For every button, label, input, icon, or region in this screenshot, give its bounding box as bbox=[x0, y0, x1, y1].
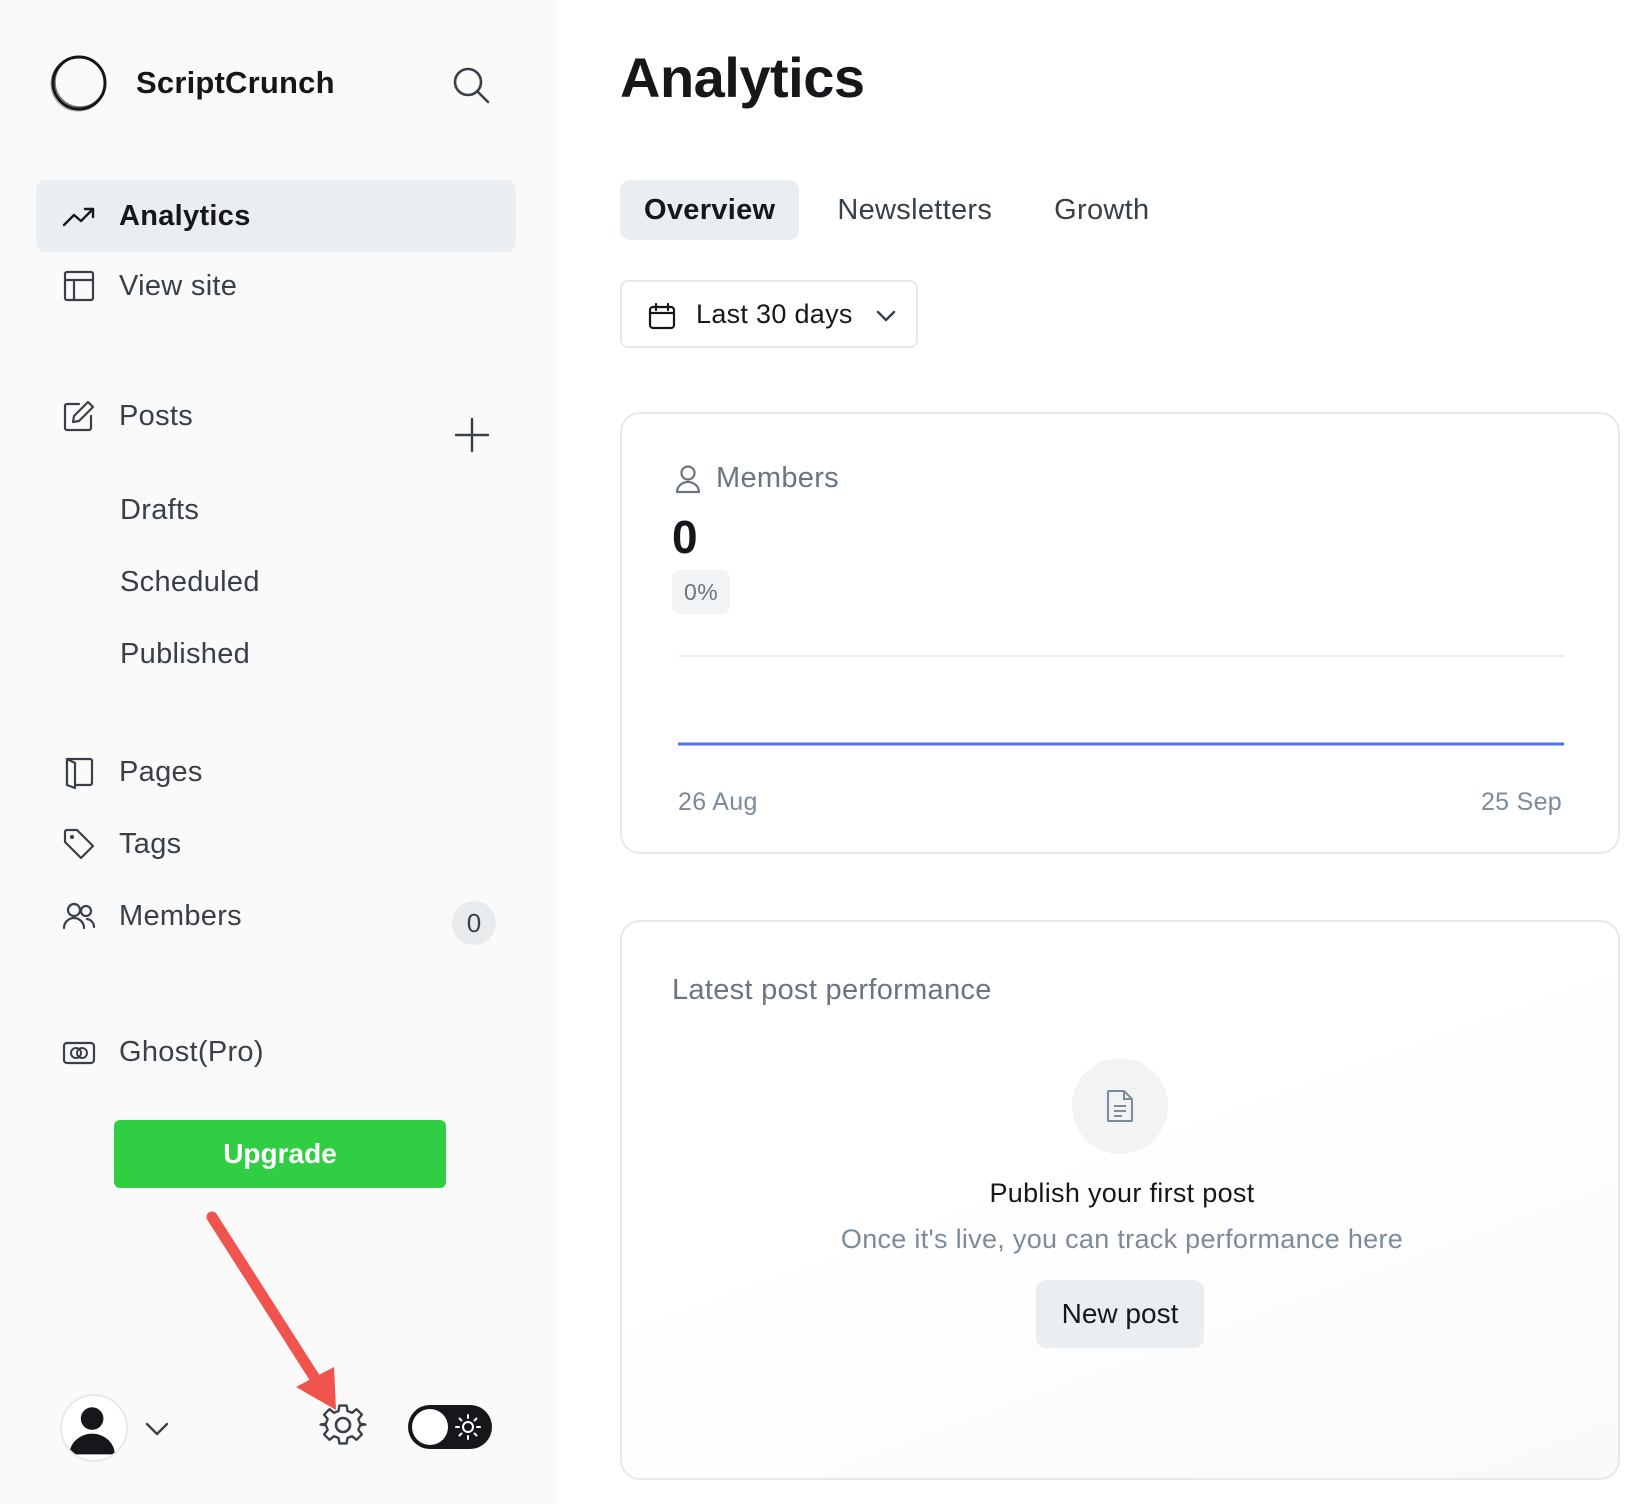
members-chart bbox=[678, 655, 1564, 746]
sidebar-item-label: Ghost(Pro) bbox=[119, 1035, 264, 1068]
brand-name: ScriptCrunch bbox=[136, 65, 335, 100]
toggle-knob bbox=[412, 1409, 448, 1445]
members-delta-badge: 0% bbox=[672, 570, 731, 614]
date-range-select[interactable]: Last 30 days bbox=[620, 280, 918, 348]
latest-post-title: Latest post performance bbox=[672, 974, 992, 1006]
empty-state-subtitle: Once it's live, you can track performanc… bbox=[840, 1224, 1404, 1254]
sidebar-item-published[interactable]: Published bbox=[120, 638, 250, 671]
trending-up-icon bbox=[62, 199, 96, 233]
sidebar-item-label: Tags bbox=[119, 827, 182, 860]
avatar[interactable] bbox=[60, 1394, 128, 1462]
members-card-label: Members bbox=[716, 462, 839, 494]
chart-x-tick-label: 25 Sep bbox=[1480, 788, 1562, 816]
sidebar-item-ghost-pro[interactable]: Ghost(Pro) bbox=[36, 1016, 516, 1088]
user-icon bbox=[69, 1407, 115, 1455]
gear-icon[interactable] bbox=[318, 1402, 368, 1452]
circle-logo-icon bbox=[50, 55, 107, 112]
edit-icon bbox=[62, 399, 96, 433]
pages-icon bbox=[62, 755, 96, 789]
members-count-badge: 0 bbox=[452, 901, 496, 945]
document-icon bbox=[1072, 1058, 1168, 1154]
user-icon bbox=[675, 464, 701, 493]
members-card[interactable]: Members 0 0% 26 Aug 25 Sep bbox=[620, 412, 1620, 854]
sidebar-item-pages[interactable]: Pages bbox=[36, 736, 516, 808]
sidebar-item-scheduled[interactable]: Scheduled bbox=[120, 566, 260, 599]
sidebar-item-view-site[interactable]: View site bbox=[36, 250, 516, 322]
sidebar-item-drafts[interactable]: Drafts bbox=[120, 494, 199, 527]
sidebar-item-analytics[interactable]: Analytics bbox=[36, 180, 516, 252]
ghost-pro-icon bbox=[62, 1035, 96, 1069]
tab-overview[interactable]: Overview bbox=[620, 180, 800, 240]
sidebar-item-label: Posts bbox=[119, 399, 194, 432]
page-title: Analytics bbox=[620, 46, 865, 109]
sun-icon bbox=[455, 1414, 481, 1440]
brand[interactable]: ScriptCrunch bbox=[48, 52, 335, 114]
new-post-button[interactable]: New post bbox=[1036, 1280, 1204, 1348]
date-range-label: Last 30 days bbox=[696, 298, 853, 329]
members-card-header: Members bbox=[674, 462, 839, 495]
members-icon bbox=[62, 899, 96, 933]
sidebar-item-label: Members bbox=[119, 899, 242, 932]
chart-x-tick-label: 26 Aug bbox=[678, 788, 758, 816]
empty-state-title: Publish your first post bbox=[989, 1178, 1255, 1208]
search-icon[interactable] bbox=[450, 64, 492, 106]
latest-post-card: Latest post performance Publish your fir… bbox=[620, 920, 1620, 1480]
tag-icon bbox=[62, 827, 96, 861]
upgrade-button[interactable]: Upgrade bbox=[114, 1120, 446, 1188]
sidebar-item-label: View site bbox=[119, 269, 238, 302]
members-value: 0 bbox=[672, 511, 698, 563]
sidebar: ScriptCrunch Analytics View site Posts D… bbox=[0, 0, 557, 1504]
calendar-icon bbox=[648, 302, 676, 330]
tab-bar: Overview Newsletters Growth bbox=[620, 180, 1187, 240]
sidebar-item-label: Pages bbox=[119, 755, 203, 788]
sidebar-item-label: Analytics bbox=[119, 199, 251, 232]
sidebar-item-members[interactable]: Members bbox=[36, 880, 516, 952]
sidebar-item-tags[interactable]: Tags bbox=[36, 808, 516, 880]
tab-growth[interactable]: Growth bbox=[1030, 180, 1173, 240]
chevron-down-icon bbox=[876, 310, 896, 322]
sidebar-item-posts[interactable]: Posts bbox=[36, 380, 436, 452]
layout-icon bbox=[62, 269, 96, 303]
add-post-button[interactable] bbox=[452, 415, 492, 455]
theme-toggle[interactable] bbox=[408, 1405, 492, 1449]
tab-newsletters[interactable]: Newsletters bbox=[813, 180, 1016, 240]
chevron-down-icon[interactable] bbox=[142, 1414, 172, 1444]
